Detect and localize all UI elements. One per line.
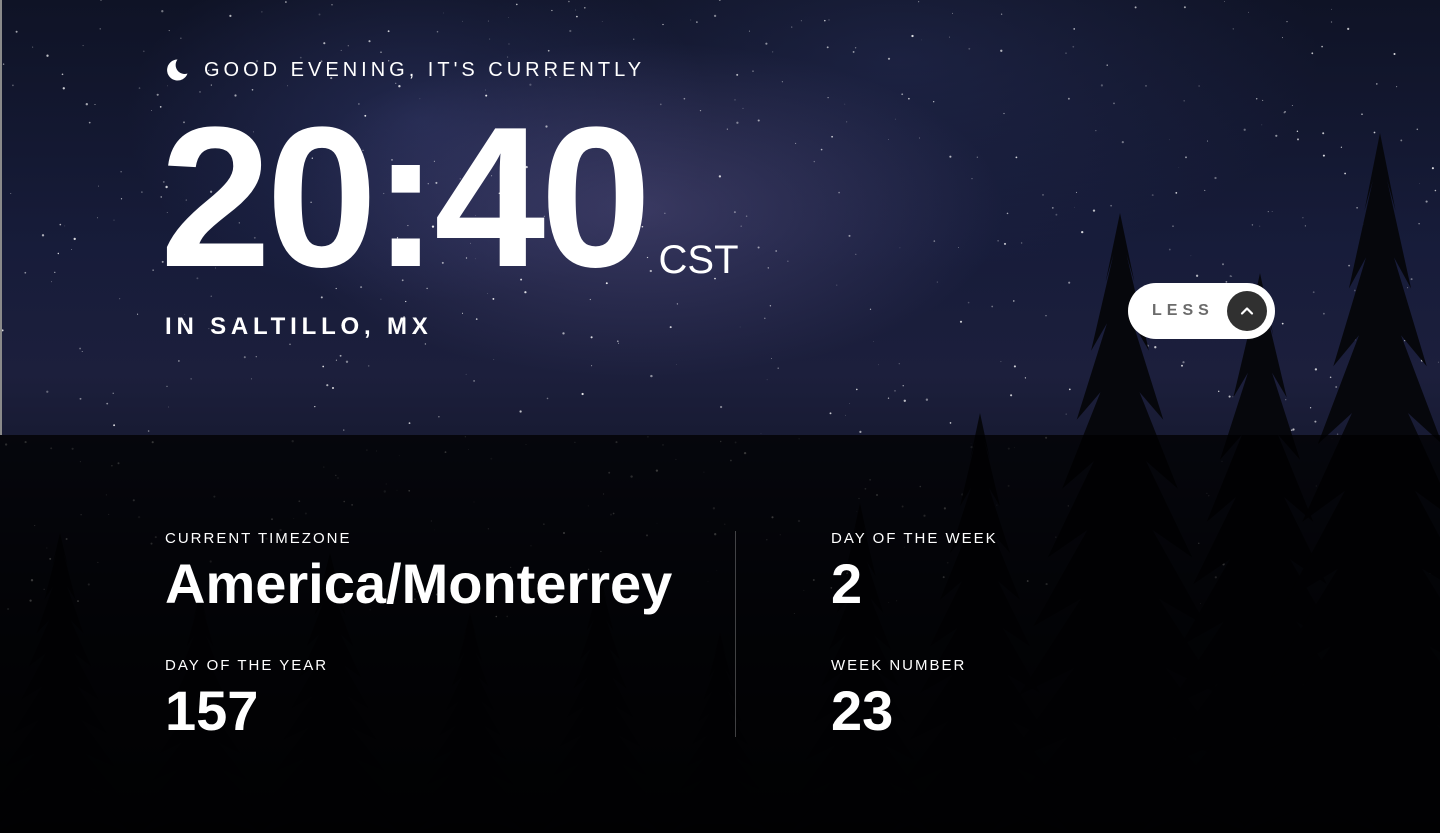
toggle-label: LESS	[1152, 302, 1214, 319]
week-number-value: 23	[831, 679, 894, 742]
greeting: GOOD EVENING, IT'S CURRENTLY	[165, 56, 645, 84]
timezone-block: CURRENT TIMEZONE America/Monterrey	[165, 530, 672, 614]
day-of-year-value: 157	[165, 679, 259, 742]
window-edge	[0, 0, 2, 435]
day-of-year-label: DAY OF THE YEAR	[165, 657, 329, 674]
day-of-week-block: DAY OF THE WEEK 2	[831, 530, 998, 614]
moon-icon	[167, 59, 188, 81]
timezone-abbreviation: CST	[658, 238, 739, 282]
details-panel	[0, 435, 1440, 833]
day-of-year-block: DAY OF THE YEAR 157	[165, 657, 328, 741]
chevron-up-icon[interactable]	[1227, 291, 1267, 331]
panel-divider	[735, 531, 736, 737]
day-of-week-value: 2	[831, 552, 863, 615]
timezone-value: America/Monterrey	[165, 552, 673, 615]
less-toggle-button[interactable]: LESS	[1128, 283, 1275, 339]
day-of-week-label: DAY OF THE WEEK	[831, 530, 998, 547]
week-number-label: WEEK NUMBER	[831, 657, 967, 674]
current-time: 20:40	[160, 86, 652, 309]
greeting-text: GOOD EVENING, IT'S CURRENTLY	[204, 58, 646, 81]
timezone-label: CURRENT TIMEZONE	[165, 530, 352, 547]
location-text: IN SALTILLO, MX	[165, 313, 433, 340]
clock: 20:40 CST	[160, 98, 739, 298]
app-root: GOOD EVENING, IT'S CURRENTLY 20:40 CST I…	[0, 0, 1440, 833]
week-number-block: WEEK NUMBER 23	[831, 657, 966, 741]
